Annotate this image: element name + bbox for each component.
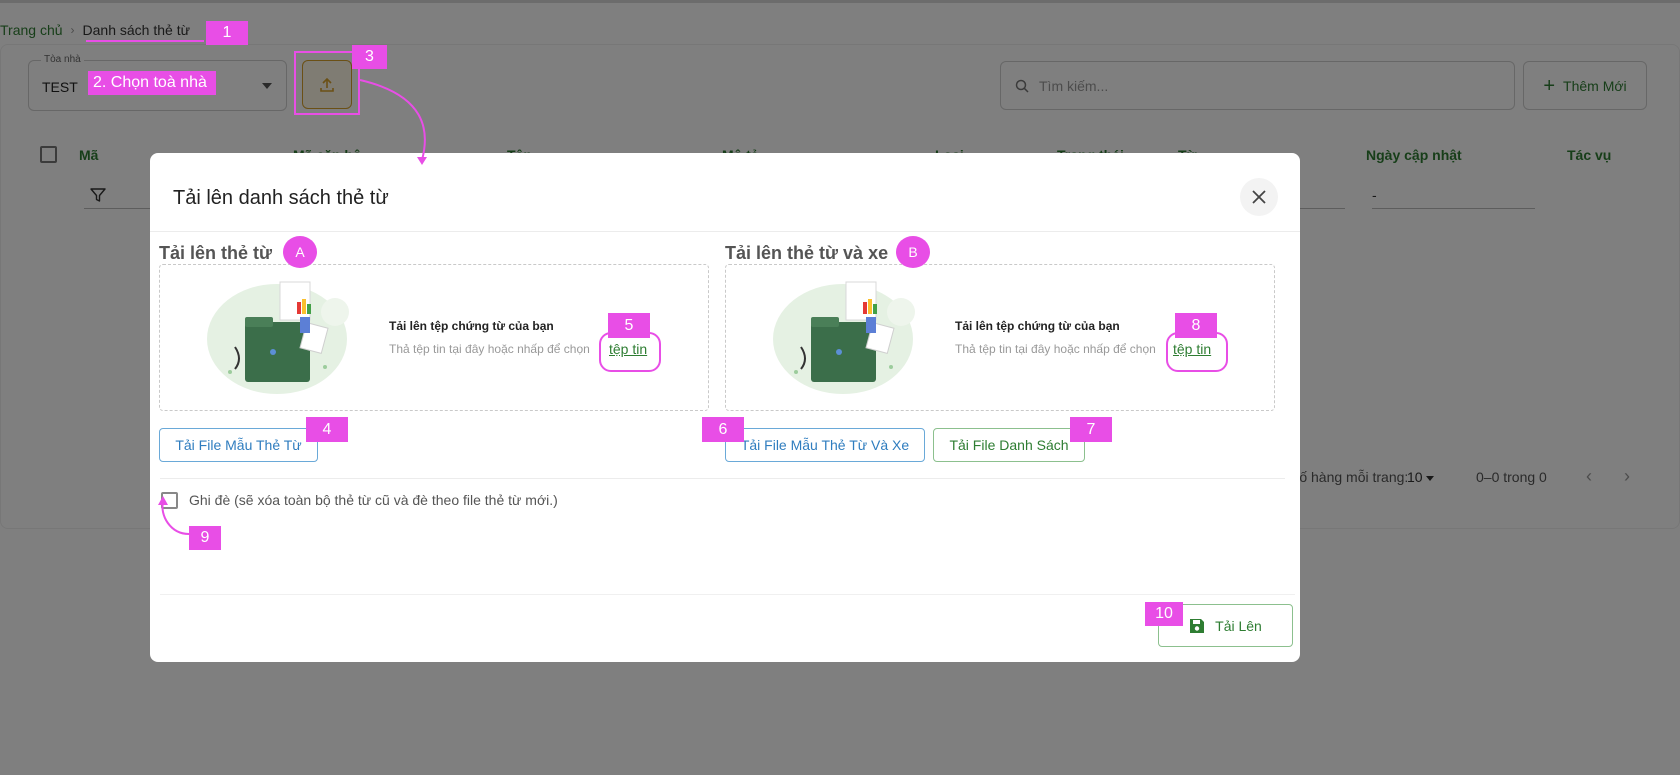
annotation-label: 1 bbox=[206, 21, 248, 45]
modal-divider bbox=[160, 478, 1285, 479]
annotation-label: 2. Chọn toà nhà bbox=[88, 71, 216, 95]
annotation-label: 6 bbox=[702, 417, 744, 442]
close-button[interactable] bbox=[1240, 178, 1278, 216]
annotation-label: 7 bbox=[1070, 417, 1112, 442]
modal-title: Tải lên danh sách thẻ từ bbox=[173, 187, 389, 209]
annotation-marker: B bbox=[896, 236, 930, 268]
annotation-highlight-oval bbox=[1166, 332, 1228, 372]
dropzone-card-hint: Thả tệp tin tại đây hoặc nhấp để chọn bbox=[389, 342, 590, 356]
annotation-marker: A bbox=[283, 236, 317, 268]
folder-illustration-icon bbox=[207, 281, 349, 394]
upload-modal: Tải lên danh sách thẻ từ Tải lên thẻ từ … bbox=[150, 153, 1300, 662]
dropzone-card-title: Tải lên tệp chứng từ của bạn bbox=[389, 319, 554, 333]
overwrite-label: Ghi đè (sẽ xóa toàn bộ thẻ từ cũ và đè t… bbox=[189, 492, 558, 508]
download-list-button[interactable]: Tải File Danh Sách bbox=[933, 428, 1085, 462]
dropzone-card-vehicle-title: Tải lên tệp chứng từ của bạn bbox=[955, 319, 1120, 333]
folder-illustration-icon bbox=[773, 281, 915, 394]
submit-upload-label: Tải Lên bbox=[1215, 617, 1262, 634]
section-title-card: Tải lên thẻ từ bbox=[159, 243, 273, 263]
close-icon bbox=[1252, 190, 1266, 204]
download-card-template-button[interactable]: Tải File Mẫu Thẻ Từ bbox=[159, 428, 318, 462]
download-card-vehicle-template-button[interactable]: Tải File Mẫu Thẻ Từ Và Xe bbox=[725, 428, 925, 462]
annotation-label: 10 bbox=[1145, 602, 1183, 626]
modal-divider bbox=[150, 231, 1300, 232]
annotation-label: 4 bbox=[306, 417, 348, 442]
overwrite-checkbox[interactable] bbox=[161, 492, 178, 509]
dropzone-card-vehicle-hint: Thả tệp tin tại đây hoặc nhấp để chọn bbox=[955, 342, 1156, 356]
section-title-card-vehicle: Tải lên thẻ từ và xe bbox=[725, 243, 889, 263]
annotation-highlight-box bbox=[294, 51, 360, 115]
annotation-label: 3 bbox=[352, 45, 387, 69]
save-icon bbox=[1190, 618, 1205, 633]
annotation-label: 9 bbox=[189, 526, 221, 550]
annotation-underline bbox=[86, 40, 204, 42]
modal-footer-divider bbox=[160, 594, 1295, 595]
annotation-highlight-oval bbox=[599, 332, 661, 372]
